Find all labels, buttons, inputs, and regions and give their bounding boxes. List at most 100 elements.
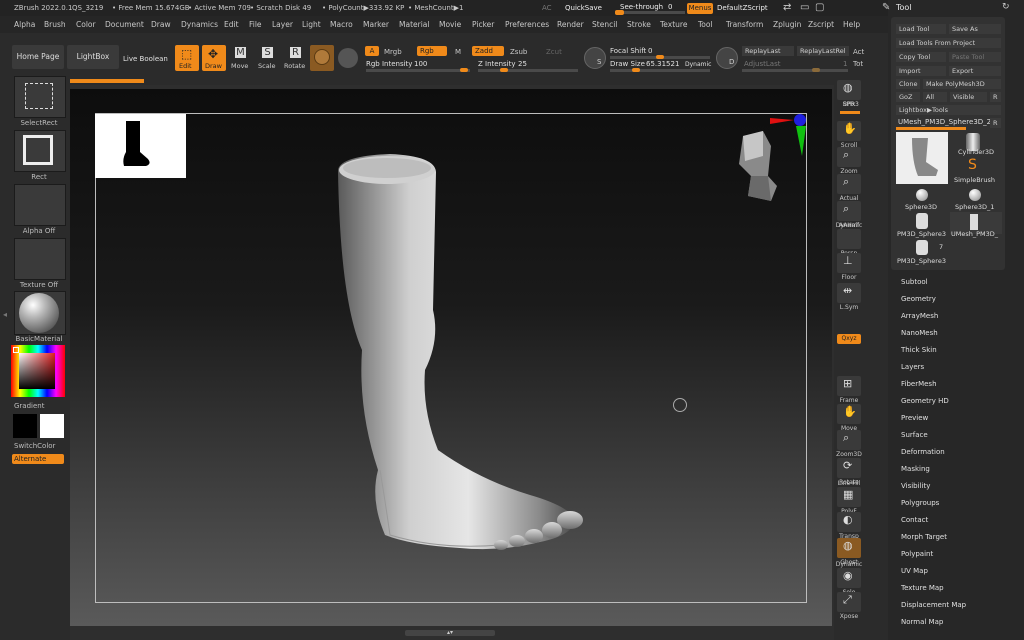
menu-render[interactable]: Render	[557, 20, 584, 29]
settings-icon[interactable]: ▢	[815, 2, 824, 13]
subpalette-uv-map[interactable]: UV Map	[901, 567, 928, 575]
bpr-button[interactable]: ◍	[837, 80, 861, 100]
lightbox-button[interactable]: LightBox	[67, 45, 119, 69]
menu-texture[interactable]: Texture	[660, 20, 687, 29]
subpalette-thick-skin[interactable]: Thick Skin	[901, 346, 937, 354]
xpose-button[interactable]: ⤢	[837, 592, 861, 612]
default-zscript[interactable]: DefaultZScript	[717, 4, 768, 12]
menu-draw[interactable]: Draw	[151, 20, 171, 29]
rotate-button[interactable]: R Rotate	[283, 45, 307, 71]
subpalette-polygroups[interactable]: Polygroups	[901, 499, 939, 507]
leg-mesh-model[interactable]	[300, 150, 620, 570]
replay-last-button[interactable]: ReplayLast	[742, 46, 794, 56]
zoom3d-button[interactable]: ⌕	[837, 430, 861, 450]
subpalette-polypaint[interactable]: Polypaint	[901, 550, 933, 558]
menu-alpha[interactable]: Alpha	[14, 20, 35, 29]
material-button[interactable]	[14, 291, 66, 335]
lsym-button[interactable]: ⇹	[837, 283, 861, 303]
rgb-intensity-slider[interactable]	[366, 68, 470, 72]
menu-transform[interactable]: Transform	[726, 20, 763, 29]
zadd-toggle[interactable]: Zadd	[472, 46, 504, 56]
pm3d-sphere-2-icon[interactable]	[916, 240, 928, 255]
zsub-toggle[interactable]: Zsub	[510, 48, 527, 56]
subpalette-layers[interactable]: Layers	[901, 363, 924, 371]
floor-button[interactable]: ⊥	[837, 253, 861, 273]
frame-button[interactable]: ⊞	[837, 376, 861, 396]
load-tools-from-project-button[interactable]: Load Tools From Project	[896, 38, 1001, 48]
menu-zscript[interactable]: Zscript	[808, 20, 834, 29]
window-icon[interactable]: ▭	[800, 2, 809, 13]
see-through-label[interactable]: See-through	[620, 3, 663, 11]
stroke-icon[interactable]	[338, 48, 358, 68]
menu-stencil[interactable]: Stencil	[592, 20, 617, 29]
rotate-view-button[interactable]: ⟳	[837, 458, 861, 478]
draw-size-knob[interactable]	[632, 68, 640, 72]
clone-button[interactable]: Clone	[896, 79, 920, 89]
subpalette-geometry-hd[interactable]: Geometry HD	[901, 397, 949, 405]
menu-material[interactable]: Material	[399, 20, 429, 29]
focal-shift-knob[interactable]	[656, 55, 664, 59]
subpalette-preview[interactable]: Preview	[901, 414, 928, 422]
transp-button[interactable]: ◐	[837, 512, 861, 532]
menu-file[interactable]: File	[249, 20, 262, 29]
export-button[interactable]: Export	[949, 66, 1001, 76]
sphere3d-icon[interactable]	[916, 189, 928, 201]
subpalette-texture-map[interactable]: Texture Map	[901, 584, 944, 592]
subpalette-surface[interactable]: Surface	[901, 431, 928, 439]
lightbox-tools-button[interactable]: Lightbox▶Tools	[896, 105, 1001, 115]
subpalette-arraymesh[interactable]: ArrayMesh	[901, 312, 938, 320]
replay-last-rel-button[interactable]: ReplayLastRel	[797, 46, 849, 56]
persp-button[interactable]	[837, 229, 861, 249]
zcut-toggle[interactable]: Zcut	[546, 48, 562, 56]
subpalette-visibility[interactable]: Visibility	[901, 482, 930, 490]
alpha-off-button[interactable]	[14, 184, 66, 226]
see-through-knob[interactable]	[615, 10, 624, 15]
quicksave-button[interactable]: QuickSave	[565, 4, 602, 12]
menu-brush[interactable]: Brush	[44, 20, 66, 29]
goz-all-button[interactable]: All	[923, 92, 947, 102]
mrgb-toggle[interactable]: Mrgb	[384, 48, 402, 56]
menu-tool[interactable]: Tool	[698, 20, 713, 29]
pm3d-sphere-icon[interactable]	[916, 213, 928, 229]
brush-tool-icon[interactable]: ✎	[882, 2, 890, 13]
z-intensity-knob[interactable]	[500, 68, 508, 72]
s-dial-icon[interactable]: S	[584, 47, 606, 69]
menu-help[interactable]: Help	[843, 20, 860, 29]
menu-marker[interactable]: Marker	[363, 20, 389, 29]
menu-light[interactable]: Light	[302, 20, 321, 29]
main-color-swatch[interactable]	[40, 414, 64, 438]
move-view-button[interactable]: ✋	[837, 404, 861, 424]
color-square[interactable]	[19, 353, 55, 389]
axis-gizmo[interactable]	[766, 112, 812, 158]
layout-icon[interactable]: ⇄	[783, 2, 791, 13]
load-tool-button[interactable]: Load Tool	[896, 24, 946, 34]
adjust-last-knob[interactable]	[812, 68, 820, 72]
ac-label[interactable]: AC	[542, 4, 552, 12]
alternate-button[interactable]: Alternate	[12, 454, 64, 464]
switch-color-button[interactable]: SwitchColor	[14, 442, 68, 450]
subpalette-morph-target[interactable]: Morph Target	[901, 533, 947, 541]
menu-edit[interactable]: Edit	[224, 20, 239, 29]
subpalette-normal-map[interactable]: Normal Map	[901, 618, 943, 626]
draw-size-slider[interactable]	[610, 68, 710, 72]
subpalette-contact[interactable]: Contact	[901, 516, 928, 524]
see-through-slider[interactable]	[615, 10, 685, 15]
texture-off-button[interactable]	[14, 238, 66, 280]
a-toggle[interactable]: A	[365, 46, 379, 56]
color-marker-icon[interactable]	[13, 347, 19, 353]
subpalette-subtool[interactable]: Subtool	[901, 278, 928, 286]
subpalette-displacement-map[interactable]: Displacement Map	[901, 601, 966, 609]
save-as-button[interactable]: Save As	[949, 24, 1001, 34]
menus-button[interactable]: Menus	[687, 3, 713, 14]
subpalette-geometry[interactable]: Geometry	[901, 295, 936, 303]
adjust-last-slider[interactable]	[742, 68, 848, 72]
menu-preferences[interactable]: Preferences	[505, 20, 549, 29]
subpalette-masking[interactable]: Masking	[901, 465, 930, 473]
current-tool-r-button[interactable]: R	[990, 118, 1001, 128]
goz-visible-button[interactable]: Visible	[950, 92, 987, 102]
simplebrush-icon[interactable]: S	[968, 157, 977, 173]
menu-stroke[interactable]: Stroke	[627, 20, 651, 29]
live-boolean-button[interactable]: Live Boolean	[123, 55, 168, 63]
select-rect-button[interactable]	[14, 76, 66, 118]
actual-button[interactable]: ⌕	[837, 174, 861, 194]
